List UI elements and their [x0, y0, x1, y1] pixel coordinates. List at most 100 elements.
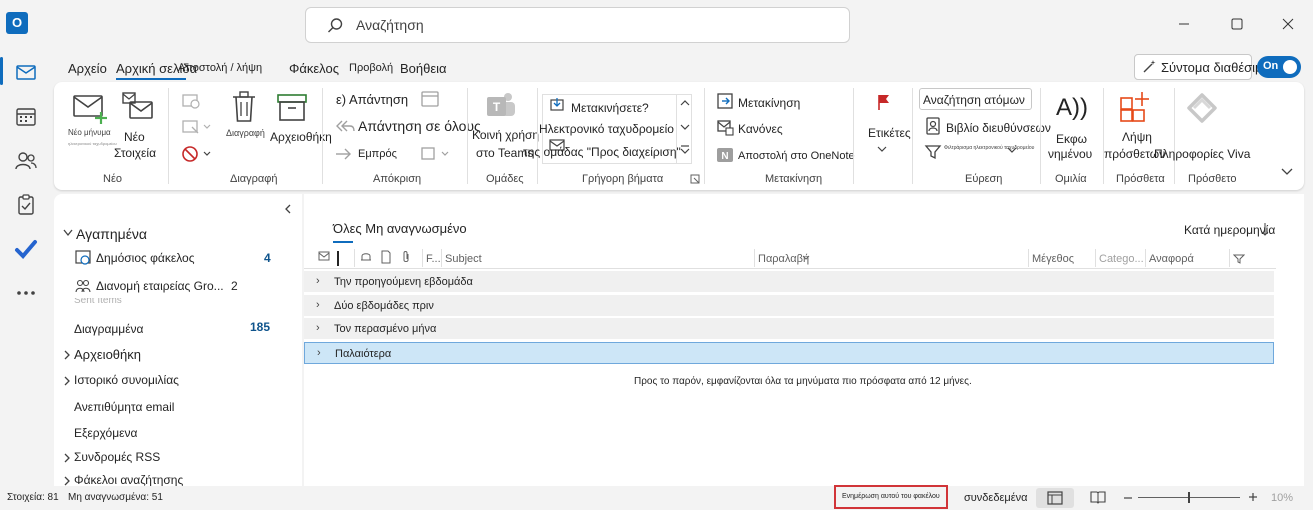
column-divider: [1095, 249, 1096, 267]
tags-button[interactable]: Ετικέτες: [862, 90, 912, 160]
new-email-button[interactable]: Νέο μήνυμα ηλεκτρονικού ταχυδρομείου: [64, 90, 117, 160]
folder-search-folders[interactable]: Φάκελοι αναζήτησης: [62, 472, 262, 486]
reply-all-icon: [336, 120, 355, 132]
forward-button[interactable]: Εμπρός: [334, 145, 414, 165]
chevron-right-icon: [64, 453, 70, 463]
message-group-row-selected[interactable]: › Παλαιότερα: [304, 342, 1274, 364]
ribbon-separator: [537, 88, 538, 184]
folder-archive[interactable]: Αρχειοθήκη: [62, 346, 262, 364]
tab-file[interactable]: Αρχείο: [68, 61, 107, 76]
column-mention[interactable]: Αναφορά: [1149, 253, 1194, 265]
column-subject[interactable]: Subject: [445, 253, 482, 265]
quick-steps-scroll[interactable]: [676, 94, 692, 164]
filter-tabs[interactable]: Όλες Μη αναγνωσμένο: [333, 221, 467, 236]
tab-view[interactable]: Προβολή: [349, 62, 393, 74]
document-icon[interactable]: [380, 250, 392, 264]
column-flag[interactable]: F...: [426, 253, 441, 265]
message-group-row[interactable]: › Τον περασμένο μήνα: [304, 318, 1274, 340]
delete-label: Διαγραφή: [226, 128, 265, 138]
update-folder-button[interactable]: Ενημέρωση αυτού του φακέλου: [834, 485, 948, 509]
folder-public[interactable]: Δημόσιος φάκελος 4: [74, 249, 274, 267]
read-aloud-label-2: νημένου: [1048, 147, 1093, 161]
archive-button[interactable]: Αρχειοθήκη: [268, 90, 334, 160]
normal-view-button[interactable]: [1036, 488, 1074, 508]
quick-step-2[interactable]: Ηλεκτρονικό ταχυδρομείο: [539, 122, 674, 136]
read-aloud-button[interactable]: A)) Εκφω νημένου: [1044, 90, 1100, 162]
quick-step-1[interactable]: Μετακινήσετε?: [571, 101, 649, 115]
tasks-icon[interactable]: [12, 191, 40, 219]
group-label: Δύο εβδομάδες πριν: [334, 300, 434, 312]
folder-deleted[interactable]: Διαγραμμένα 185: [74, 320, 274, 338]
address-book-button[interactable]: Βιβλίο διευθύνσεων: [924, 117, 1054, 137]
ribbon-expand-icon[interactable]: [1280, 166, 1294, 178]
group-label-speech: Ομιλία: [1055, 173, 1087, 185]
paperclip-icon[interactable]: [400, 250, 412, 264]
rules-button[interactable]: Κανόνες: [716, 118, 836, 138]
group-label-move: Μετακίνηση: [765, 173, 823, 185]
column-filter-icon[interactable]: [1233, 253, 1245, 265]
reply-all-button[interactable]: Απάντηση σε όλους: [334, 117, 494, 139]
tab-send-receive[interactable]: Αποστολή / λήψη: [178, 62, 262, 74]
delete-button[interactable]: Διαγραφή: [222, 90, 266, 160]
column-divider: [422, 249, 423, 267]
bell-icon[interactable]: [359, 250, 373, 264]
message-group-row[interactable]: › Δύο εβδομάδες πριν: [304, 295, 1274, 317]
simplified-ribbon-button[interactable]: Σύντομα διαθέσιμο: [1134, 54, 1270, 80]
zoom-in-icon[interactable]: [1248, 492, 1258, 502]
filter-email-button[interactable]: Φιλτράρισμα ηλεκτρονικού ταχυδρομείου: [924, 143, 1039, 163]
favorites-header[interactable]: Αγαπημένα: [62, 225, 282, 243]
folder-label: Ιστορικό συνομιλίας: [74, 373, 179, 387]
chevron-down-icon: [877, 146, 887, 152]
column-size[interactable]: Μέγεθος: [1032, 253, 1074, 265]
dialog-launcher-icon[interactable]: [690, 174, 700, 184]
folder-junk[interactable]: Ανεπιθύμητα email: [74, 400, 174, 414]
people-icon[interactable]: [12, 147, 40, 175]
find-people-input[interactable]: Αναζήτηση ατόμων: [919, 88, 1032, 110]
message-list: [304, 194, 1304, 486]
rules-label: Κανόνες: [738, 122, 783, 136]
group-label-teams: Ομάδες: [486, 173, 524, 185]
tab-folder[interactable]: Φάκελος: [289, 61, 339, 76]
folder-group[interactable]: Διανομή εταιρείας Gro... 2: [74, 277, 274, 295]
new-items-button[interactable]: Νέο Στοιχεία: [114, 90, 164, 160]
favorites-label: Αγαπημένα: [76, 226, 148, 242]
column-categories[interactable]: Catego...: [1099, 253, 1144, 265]
more-respond-icon[interactable]: [420, 145, 452, 163]
cleanup-icon[interactable]: [180, 118, 212, 136]
todo-icon[interactable]: [12, 235, 40, 263]
send-to-onenote-button[interactable]: N Αποστολή στο OneNote: [716, 146, 866, 166]
tab-help[interactable]: Βοήθεια: [400, 61, 447, 76]
minimize-icon[interactable]: [1172, 12, 1196, 36]
collapse-pane-icon[interactable]: [283, 203, 293, 215]
move-button[interactable]: Μετακίνηση: [716, 92, 836, 112]
ignore-icon[interactable]: [180, 92, 202, 110]
more-apps-icon[interactable]: [12, 279, 40, 307]
reading-view-icon[interactable]: [1090, 490, 1106, 504]
chevron-right-icon: [64, 350, 70, 360]
folder-sent-items[interactable]: Sent Items: [74, 298, 122, 305]
close-icon[interactable]: [1276, 12, 1300, 36]
folder-outbox[interactable]: Εξερχόμενα: [74, 426, 137, 440]
zoom-out-icon[interactable]: [1123, 496, 1133, 500]
new-email-sublabel: ηλεκτρονικού ταχυδρομείου: [68, 141, 117, 146]
items-count: Στοιχεία: 81: [7, 492, 59, 503]
new-outlook-toggle[interactable]: On: [1257, 56, 1301, 78]
message-group-row[interactable]: › Την προηγούμενη εβδομάδα: [304, 271, 1274, 293]
folder-rss[interactable]: Συνδρομές RSS: [62, 449, 262, 467]
folder-conversation-history[interactable]: Ιστορικό συνομιλίας: [62, 372, 262, 390]
folder-count: 185: [250, 320, 271, 334]
new-items-icon: [122, 92, 153, 119]
meeting-reply-icon[interactable]: [420, 90, 440, 108]
chevron-down-icon: [680, 124, 690, 130]
search-box[interactable]: Αναζήτηση: [305, 7, 850, 43]
sort-direction-icon[interactable]: [1261, 222, 1269, 236]
calendar-icon[interactable]: [12, 103, 40, 131]
mail-column-icon[interactable]: [318, 250, 332, 264]
column-divider: [354, 249, 355, 267]
viva-insights-button[interactable]: Πληροφορίες Viva: [1154, 90, 1260, 162]
zoom-slider-thumb[interactable]: [1188, 492, 1190, 503]
quick-step-3[interactable]: της ομάδας "Προς διαχείριση": [523, 145, 681, 159]
mail-icon[interactable]: [12, 58, 40, 86]
maximize-icon[interactable]: [1225, 12, 1249, 36]
junk-icon[interactable]: [180, 144, 214, 164]
